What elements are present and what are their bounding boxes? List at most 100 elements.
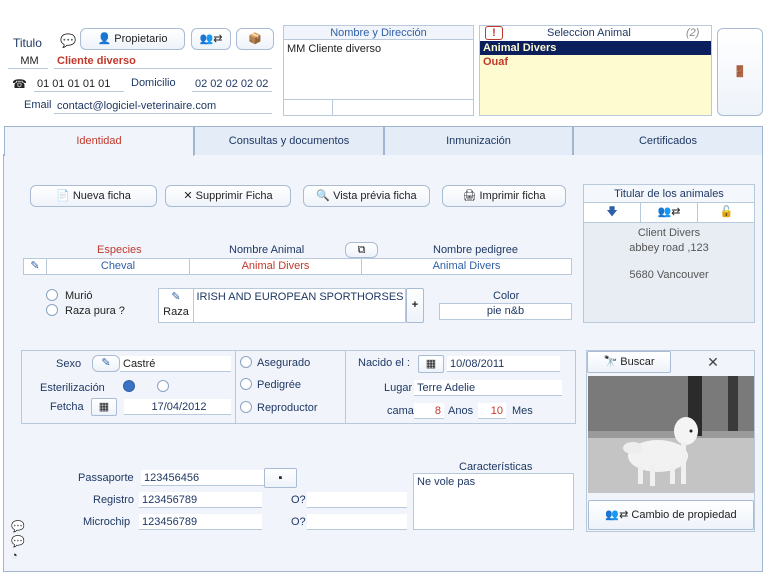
pasaporte-field[interactable]: 123456456 xyxy=(141,470,265,486)
pedigree-label: Nombre pedigree xyxy=(433,244,518,256)
anos-label: Anos xyxy=(448,405,474,417)
mes-field[interactable]: 10 xyxy=(478,403,506,419)
fetcha-field[interactable]: 17/04/2012 xyxy=(124,399,231,415)
esterilizacion-yes-radio[interactable] xyxy=(123,380,135,393)
especies-field[interactable]: Cheval xyxy=(47,259,190,274)
titular-street: abbey road ,123 xyxy=(629,242,709,254)
titular-city: 5680 Vancouver xyxy=(629,269,709,281)
o1-field[interactable] xyxy=(307,492,407,508)
reproductor-radio[interactable] xyxy=(240,401,252,414)
boxes-button[interactable]: 📦 xyxy=(236,28,274,50)
binoculars-icon: 🔭 xyxy=(603,356,618,368)
swap-owner-button[interactable]: 👥⇄ xyxy=(191,28,231,50)
raza-value[interactable]: IRISH AND EUROPEAN SPORTHORSES xyxy=(195,291,405,303)
buscar-button[interactable]: 🔭 Buscar xyxy=(587,351,671,373)
nueva-label: Nueva ficha xyxy=(72,190,131,202)
esterilizacion-no-radio[interactable] xyxy=(157,380,169,393)
nacido-field[interactable]: 10/08/2011 xyxy=(447,356,560,372)
add-raza-button[interactable]: + xyxy=(406,288,424,323)
sexo-field[interactable]: Castré xyxy=(120,356,231,372)
animal-list-item-selected[interactable]: Animal Divers xyxy=(480,41,711,55)
swap-people-icon: 👥⇄ xyxy=(199,33,223,45)
cambio-label: Cambio de propiedad xyxy=(631,509,737,521)
microchip-label: Microchip xyxy=(83,516,131,528)
microchip-field[interactable]: 123456789 xyxy=(139,514,262,530)
address-text[interactable]: MM Cliente diverso xyxy=(284,40,473,58)
vista-previa-button[interactable]: 🔍 Vista prévia ficha xyxy=(303,185,430,207)
raza-pura-label: Raza pura ? xyxy=(65,305,125,317)
exit-button[interactable]: 🚪 xyxy=(717,28,763,116)
phone-icon: ☎ xyxy=(12,77,27,91)
titular-name: Client Divers xyxy=(637,227,701,239)
vista-label: Vista prévia ficha xyxy=(333,190,417,202)
imprimir-ficha-button[interactable]: 🖨 Imprimir ficha xyxy=(442,185,566,207)
raza-label: Raza xyxy=(163,306,189,318)
nacido-calendar-button[interactable]: ▦ xyxy=(418,355,444,373)
warning-icon[interactable]: ! xyxy=(485,26,503,40)
asegurado-radio[interactable] xyxy=(240,356,252,369)
color-field[interactable]: pie n&b xyxy=(439,303,572,320)
caracteristicas-textarea[interactable]: Ne vole pas xyxy=(413,473,574,530)
chat-blue-icon[interactable]: 💬 xyxy=(11,520,25,533)
tab-certificados[interactable]: Certificados xyxy=(573,126,763,155)
nombre-animal-field[interactable]: Animal Divers xyxy=(190,259,362,274)
buscar-label: Buscar xyxy=(620,356,655,368)
lugar-field[interactable]: Terre Adelie xyxy=(414,380,562,396)
cambio-propiedad-button[interactable]: 👥⇄ Cambio de propiedad xyxy=(588,500,754,530)
address-title: Nombre y Dirección xyxy=(284,26,473,40)
email-field[interactable]: contact@logiciel-veterinaire.com xyxy=(54,98,272,114)
calendar-icon: ▦ xyxy=(98,401,110,413)
o1-label: O? xyxy=(291,494,306,506)
registro-field[interactable]: 123456789 xyxy=(139,492,262,508)
printer-icon: 🖨 xyxy=(462,190,477,202)
titular-title: Titular de los animales xyxy=(584,185,754,203)
tab-inmunizacion[interactable]: Inmunización xyxy=(384,126,573,155)
animal-list-item[interactable]: Ouaf xyxy=(480,55,711,70)
fetcha-calendar-button[interactable]: ▦ xyxy=(91,398,117,416)
suprimir-ficha-button[interactable]: ✕ Supprimir Ficha xyxy=(165,185,291,207)
swap-people-icon[interactable]: 👥⇄ xyxy=(641,203,698,222)
reproductor-label: Reproductor xyxy=(257,402,318,414)
unlock-icon[interactable]: 🔓 xyxy=(698,203,755,222)
address-panel: Nombre y Dirección MM Cliente diverso xyxy=(283,25,474,116)
pie-chart-icon[interactable]: ◔ xyxy=(11,550,18,562)
boxes-icon: 📦 xyxy=(248,33,262,45)
raza-edit-button[interactable]: ✎ Raza xyxy=(159,289,194,322)
phone1-field[interactable]: 01 01 01 01 01 xyxy=(34,76,124,92)
tab-consultas[interactable]: Consultas y documentos xyxy=(194,126,384,155)
preview-icon: 🔍 xyxy=(316,190,331,202)
arrow-down-icon[interactable]: 🡇 xyxy=(584,203,641,222)
murio-radio[interactable] xyxy=(46,289,58,302)
client-name-field[interactable]: Cliente diverso xyxy=(54,53,272,69)
sexo-edit-button[interactable]: ✎ xyxy=(92,355,120,372)
edit-pencil-icon[interactable]: ✎ xyxy=(24,259,47,274)
pedigree-radio[interactable] xyxy=(240,378,252,391)
close-icon[interactable]: ✕ xyxy=(672,351,754,373)
lugar-label: Lugar xyxy=(384,382,413,394)
pedigree-field[interactable]: Animal Divers xyxy=(362,259,571,274)
person-icon: 👤 xyxy=(97,33,112,45)
new-doc-icon: 📄 xyxy=(56,190,70,202)
animal-row: ✎ Cheval Animal Divers Animal Divers xyxy=(23,258,572,275)
chat-red-icon[interactable]: 💬 xyxy=(11,535,25,548)
phone2-field[interactable]: 02 02 02 02 02 xyxy=(192,76,272,92)
imprimir-label: Imprimir ficha xyxy=(479,190,546,202)
chat-icon[interactable]: 💬 xyxy=(60,33,76,49)
propietario-button[interactable]: 👤 Propietario xyxy=(80,28,185,50)
tab-identidad[interactable]: Identidad xyxy=(4,126,194,156)
raza-pura-radio[interactable] xyxy=(46,304,58,317)
exit-door-icon: 🚪 xyxy=(733,66,747,78)
caracteristicas-label: Características xyxy=(459,461,533,473)
nueva-ficha-button[interactable]: 📄 Nueva ficha xyxy=(30,185,157,207)
o2-field[interactable] xyxy=(307,514,407,530)
edit-pencil-icon: ✎ xyxy=(171,291,181,303)
divider xyxy=(235,351,236,423)
animal-count: (2) xyxy=(686,27,700,39)
divider xyxy=(345,351,346,423)
copy-name-button[interactable]: ⧉ xyxy=(345,242,378,258)
animal-select-title: Seleccion Animal xyxy=(547,27,631,39)
passport-button[interactable]: ▪ xyxy=(264,468,297,488)
email-label: Email xyxy=(24,99,52,111)
anos-field[interactable]: 8 xyxy=(414,403,444,419)
titulo-field[interactable]: MM xyxy=(8,53,48,69)
